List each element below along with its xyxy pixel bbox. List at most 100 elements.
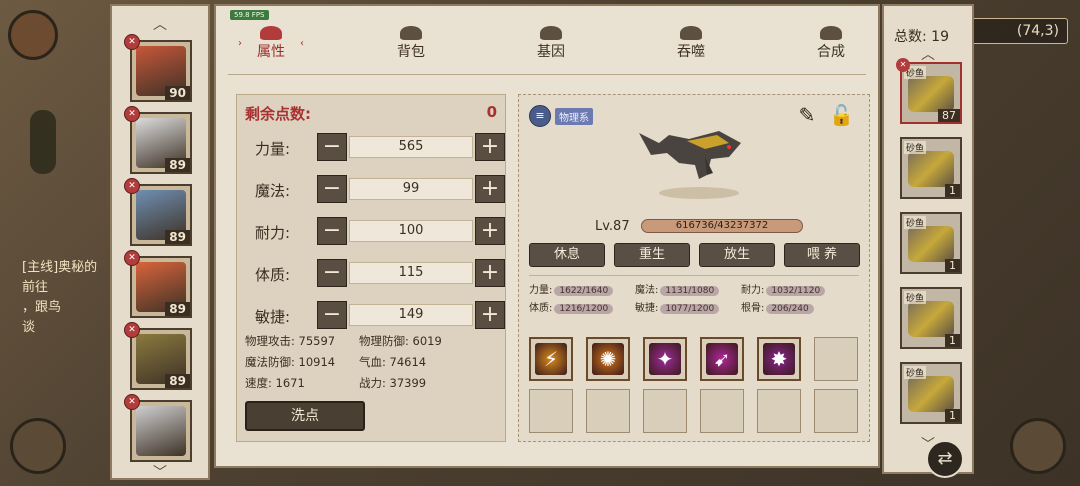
hero-card[interactable]: ✕ — [124, 394, 192, 462]
slash-skill-icon: ➹ — [706, 343, 738, 375]
hero-level: 90 — [165, 86, 190, 100]
shatter-skill-icon: ✦ — [649, 343, 681, 375]
attribute-row: 力量: −565 + — [245, 133, 505, 163]
pet-level: 1 — [945, 409, 960, 422]
hero-card[interactable]: ✕ 89 — [124, 178, 192, 246]
pet-card[interactable]: 砂鱼 87 ✕ — [896, 58, 962, 124]
hero-card[interactable]: ✕ 89 — [124, 322, 192, 390]
aptitude-value: 1077/1200 — [660, 304, 720, 314]
pet-card[interactable]: 砂鱼 1 — [900, 287, 962, 349]
aptitude-value: 1131/1080 — [660, 286, 720, 296]
increase-button[interactable]: + — [475, 175, 505, 203]
tab-gene[interactable]: 基因 — [516, 26, 586, 61]
decrease-button[interactable]: − — [317, 175, 347, 203]
pet-portrait — [908, 376, 954, 412]
aptitude-cell: 体质: 1216/1200 — [529, 299, 614, 314]
reset-points-button[interactable]: 洗点 — [245, 401, 365, 431]
player-avatar[interactable] — [8, 10, 58, 60]
pet-list-panel[interactable]: 总数: 19 ︿ 砂鱼 87 ✕ 砂鱼 1 砂鱼 1 砂鱼 1 砂鱼 1 ﹀ — [882, 4, 974, 474]
pet-card[interactable]: 砂鱼 1 — [900, 137, 962, 199]
tab-label: 吞噬 — [677, 44, 705, 60]
increase-button[interactable]: + — [475, 259, 505, 287]
remaining-points-row: 剩余点数: 0 — [245, 103, 497, 125]
skill-slot[interactable]: ✦ — [643, 337, 687, 381]
hero-class-badge-icon: ✕ — [124, 178, 140, 194]
scroll-up-icon[interactable]: ︿ — [112, 14, 208, 34]
decrease-button[interactable]: − — [317, 133, 347, 161]
aptitude-cell: 力量: 1622/1640 — [529, 281, 614, 296]
increase-button[interactable]: + — [475, 301, 505, 329]
derived-stat-row: 魔法防御: 10914 气血: 74614 — [245, 354, 505, 375]
tab-devour[interactable]: 吞噬 — [656, 26, 726, 61]
derived-stat: 物理攻击: 75597 — [245, 334, 336, 348]
pet-type-badge[interactable]: ≡ 物理系 — [529, 105, 603, 127]
aptitude-label: 力量: — [529, 285, 553, 296]
quest-line: [主线]奥秘的 — [22, 260, 98, 275]
empty-skill-slot[interactable] — [529, 389, 573, 433]
attribute-icon — [260, 26, 282, 40]
tab-label: 背包 — [397, 44, 425, 60]
skill-slot[interactable]: ⚡ — [529, 337, 573, 381]
skill-grid: ⚡ ✺ ✦ ➹ ✸ — [529, 337, 861, 437]
tab-attribute[interactable]: 属性 › ‹ — [236, 26, 306, 61]
pet-name: 砂鱼 — [904, 291, 927, 304]
remaining-points-value: 0 — [486, 103, 497, 121]
pet-portrait — [908, 76, 954, 112]
tab-bag[interactable]: 背包 — [376, 26, 446, 61]
tab-synthesis[interactable]: 合成 — [796, 26, 866, 61]
pet-attribute-window: 59.8 FPS 属性 › ‹ 背包 基因 吞噬 合成 剩余点数: 0 力量: −565 + 魔法… — [214, 4, 880, 468]
pet-level: 1 — [945, 184, 960, 197]
empty-skill-slot[interactable] — [586, 389, 630, 433]
claw-skill-icon: ✸ — [763, 343, 795, 375]
pet-portrait — [908, 226, 954, 262]
caret-left-icon: ‹ — [300, 38, 304, 49]
pet-action-button[interactable]: 喂 养 — [784, 243, 860, 267]
aptitude-row: 体质: 1216/1200 敏捷: 1077/1200 根骨: 206/240 — [529, 299, 861, 317]
empty-skill-slot[interactable] — [814, 389, 858, 433]
decrease-button[interactable]: − — [317, 259, 347, 287]
lightning-skill-icon: ⚡ — [535, 343, 567, 375]
aptitude-cell: 根骨: 206/240 — [741, 299, 814, 314]
joystick-button[interactable] — [10, 418, 66, 474]
skill-slot[interactable]: ✸ — [757, 337, 801, 381]
quest-tracker[interactable]: [主线]奥秘的 前往 ，跟鸟 谈 — [22, 258, 112, 338]
pet-action-button[interactable]: 重生 — [614, 243, 690, 267]
decrease-button[interactable]: − — [317, 301, 347, 329]
increase-button[interactable]: + — [475, 133, 505, 161]
skill-slot[interactable]: ✺ — [586, 337, 630, 381]
skill-slot[interactable]: ➹ — [700, 337, 744, 381]
attribute-name: 魔法: — [255, 182, 291, 200]
caret-left-icon: › — [238, 38, 242, 49]
scroll-down-icon[interactable]: ﹀ — [112, 462, 208, 482]
increase-button[interactable]: + — [475, 217, 505, 245]
pet-action-button[interactable]: 休息 — [529, 243, 605, 267]
quest-line: 前往 — [22, 280, 49, 295]
decrease-button[interactable]: − — [317, 217, 347, 245]
hero-card[interactable]: ✕ 90 — [124, 34, 192, 102]
derived-stat-row: 速度: 1671 战力: 37399 — [245, 375, 505, 396]
lock-icon[interactable]: 🔓 — [829, 103, 854, 131]
pet-card[interactable]: 砂鱼 1 — [900, 212, 962, 274]
empty-skill-slot[interactable] — [814, 337, 858, 381]
empty-skill-slot[interactable] — [757, 389, 801, 433]
empty-skill-slot[interactable] — [643, 389, 687, 433]
empty-skill-slot[interactable] — [700, 389, 744, 433]
pet-action-button[interactable]: 放生 — [699, 243, 775, 267]
fps-counter: 59.8 FPS — [230, 10, 269, 20]
hero-portrait — [136, 406, 186, 456]
tab-bar: 属性 › ‹ 背包 基因 吞噬 合成 — [236, 26, 876, 68]
cactus-decoration — [30, 110, 56, 174]
hero-card[interactable]: ✕ 89 — [124, 250, 192, 318]
home-button[interactable] — [1010, 418, 1066, 474]
rename-feather-icon[interactable]: ✎ — [795, 103, 819, 131]
pet-total-count: 总数: 19 — [894, 29, 949, 45]
switch-arrows-icon[interactable]: ⇄ — [926, 440, 964, 478]
hero-card[interactable]: ✕ 89 — [124, 106, 192, 174]
derived-stat: 速度: 1671 — [245, 376, 305, 390]
experience-text: 616736/43237372 — [675, 220, 769, 231]
attribute-name: 耐力: — [255, 224, 291, 242]
aptitude-row: 力量: 1622/1640 魔法: 1131/1080 耐力: 1032/1120 — [529, 281, 861, 299]
hero-list-panel[interactable]: ︿ ✕ 90 ✕ 89 ✕ 89 ✕ 89 ✕ 89 ✕ ﹀ — [110, 4, 210, 482]
pet-card[interactable]: 砂鱼 1 — [900, 362, 962, 424]
aptitude-cell: 敏捷: 1077/1200 — [635, 299, 720, 314]
